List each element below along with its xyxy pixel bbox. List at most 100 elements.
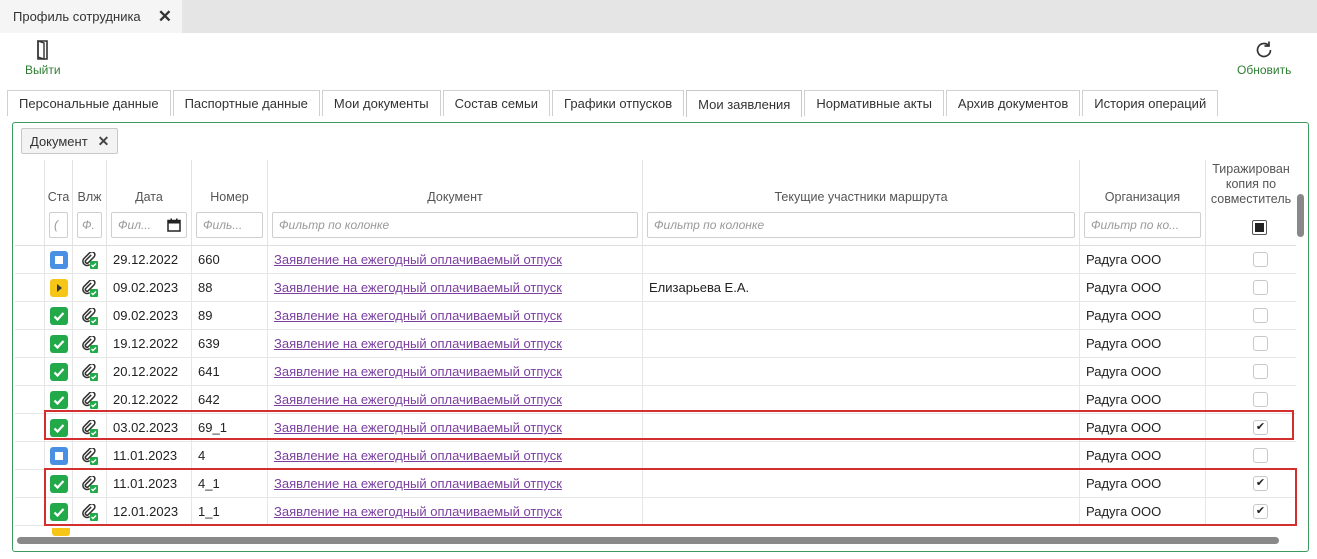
header-status[interactable]: Ста ( bbox=[45, 160, 73, 246]
table-row[interactable]: 29.12.2022 660 Заявление на ежегодный опла… bbox=[15, 246, 1296, 274]
filter-participants[interactable]: Фильтр по колонке bbox=[647, 212, 1075, 238]
exit-button[interactable]: Выйти bbox=[25, 40, 61, 77]
attachment-icon bbox=[82, 336, 98, 353]
copy-cell bbox=[1206, 358, 1296, 386]
participants-cell bbox=[643, 330, 1080, 358]
status-approved-icon bbox=[50, 307, 68, 325]
group-chip-label: Документ bbox=[30, 133, 88, 149]
status-icon-partial bbox=[52, 528, 70, 536]
tab-profile-7[interactable]: Архив документов bbox=[945, 90, 1081, 116]
draft-square-icon bbox=[55, 256, 63, 264]
filter-attach[interactable]: Ф. bbox=[77, 212, 102, 238]
filter-organization[interactable]: Фильтр по ко... bbox=[1084, 212, 1201, 238]
header-document[interactable]: Документ Фильтр по колонке bbox=[268, 160, 643, 246]
date-cell: 20.12.2022 bbox=[107, 358, 192, 386]
date-cell: 29.12.2022 bbox=[107, 246, 192, 274]
copy-checkbox[interactable] bbox=[1253, 308, 1268, 323]
approved-check-icon bbox=[53, 396, 65, 406]
tab-profile-3[interactable]: Состав семьи bbox=[442, 90, 551, 116]
profile-tabs: Персональные данные Паспортные данные Мои … bbox=[7, 90, 1220, 117]
copy-checkbox[interactable] bbox=[1253, 252, 1268, 267]
copy-checkbox[interactable] bbox=[1253, 448, 1268, 463]
header-number[interactable]: Номер Филь... bbox=[192, 160, 268, 246]
attach-cell[interactable] bbox=[73, 358, 107, 386]
highlight-box bbox=[44, 410, 1294, 440]
filter-document[interactable]: Фильтр по колонке bbox=[272, 212, 638, 238]
organization-cell: Радуга ООО bbox=[1080, 302, 1206, 330]
attachment-icon bbox=[82, 308, 98, 325]
attach-cell[interactable] bbox=[73, 330, 107, 358]
document-cell: Заявление на ежегодный оплачиваемый отпу… bbox=[268, 330, 643, 358]
document-link[interactable]: Заявление на ежегодный оплачиваемый отпу… bbox=[274, 448, 562, 463]
tab-employee-profile[interactable]: Профиль сотрудника ✕ bbox=[0, 0, 182, 33]
door-exit-icon bbox=[36, 40, 48, 60]
document-link[interactable]: Заявление на ежегодный оплачиваемый отпу… bbox=[274, 336, 562, 351]
document-link[interactable]: Заявление на ежегодный оплачиваемый отпу… bbox=[274, 364, 562, 379]
date-cell: 19.12.2022 bbox=[107, 330, 192, 358]
tab-profile-8[interactable]: История операций bbox=[1082, 90, 1219, 116]
status-draft-icon bbox=[50, 447, 68, 465]
attach-cell[interactable] bbox=[73, 442, 107, 470]
table-row[interactable]: 19.12.2022 639 Заявление на ежегодный опла… bbox=[15, 330, 1296, 358]
approved-check-icon bbox=[53, 340, 65, 350]
tab-profile-2[interactable]: Мои документы bbox=[321, 90, 441, 116]
remove-group-icon[interactable]: ✕ bbox=[98, 133, 110, 150]
grid-header: Ста ( Влж Ф. Дата Фил... Номер Филь... Д… bbox=[15, 160, 1296, 246]
attachment-icon bbox=[82, 364, 98, 381]
vertical-scrollbar[interactable] bbox=[1297, 194, 1304, 237]
status-cell bbox=[45, 274, 73, 302]
window-tabbar: Профиль сотрудника ✕ bbox=[0, 0, 1317, 33]
attach-cell[interactable] bbox=[73, 246, 107, 274]
date-cell: 11.01.2023 bbox=[107, 442, 192, 470]
document-link[interactable]: Заявление на ежегодный оплачиваемый отпу… bbox=[274, 252, 562, 267]
copy-checkbox[interactable] bbox=[1253, 364, 1268, 379]
tab-profile-5[interactable]: Мои заявления bbox=[686, 90, 803, 117]
table-row[interactable]: 11.01.2023 4 Заявление на ежегодный оплачи… bbox=[15, 442, 1296, 470]
document-link[interactable]: Заявление на ежегодный оплачиваемый отпу… bbox=[274, 308, 562, 323]
number-cell: 641 bbox=[192, 358, 268, 386]
document-link[interactable]: Заявление на ежегодный оплачиваемый отпу… bbox=[274, 280, 562, 295]
filter-copy-checkbox[interactable] bbox=[1252, 220, 1267, 235]
approved-check-icon bbox=[53, 312, 65, 322]
refresh-button[interactable]: Обновить bbox=[1237, 40, 1291, 77]
organization-cell: Радуга ООО bbox=[1080, 358, 1206, 386]
exit-label: Выйти bbox=[25, 63, 61, 77]
tab-profile-0[interactable]: Персональные данные bbox=[7, 90, 171, 116]
approved-check-icon bbox=[53, 368, 65, 378]
document-cell: Заявление на ежегодный оплачиваемый отпу… bbox=[268, 442, 643, 470]
row-spacer bbox=[15, 358, 45, 386]
filter-status[interactable]: ( bbox=[49, 212, 68, 238]
organization-cell: Радуга ООО bbox=[1080, 274, 1206, 302]
header-date[interactable]: Дата Фил... bbox=[107, 160, 192, 246]
header-organization[interactable]: Организация Фильтр по ко... bbox=[1080, 160, 1206, 246]
header-participants[interactable]: Текущие участники маршрута Фильтр по кол… bbox=[643, 160, 1080, 246]
tab-title: Профиль сотрудника bbox=[13, 9, 141, 24]
status-in-progress-icon bbox=[50, 279, 68, 297]
close-icon[interactable]: ✕ bbox=[158, 8, 172, 25]
attach-cell[interactable] bbox=[73, 274, 107, 302]
filter-number[interactable]: Филь... bbox=[196, 212, 263, 238]
attach-cell[interactable] bbox=[73, 302, 107, 330]
header-copy[interactable]: Тиражирован копия по совместитель bbox=[1206, 160, 1296, 246]
group-chip[interactable]: Документ ✕ bbox=[21, 128, 119, 154]
copy-checkbox[interactable] bbox=[1253, 336, 1268, 351]
tab-profile-4[interactable]: Графики отпусков bbox=[552, 90, 685, 116]
tab-profile-6[interactable]: Нормативные акты bbox=[804, 90, 944, 116]
copy-cell bbox=[1206, 330, 1296, 358]
table-row[interactable]: 20.12.2022 641 Заявление на ежегодный опла… bbox=[15, 358, 1296, 386]
copy-checkbox[interactable] bbox=[1253, 392, 1268, 407]
document-link[interactable]: Заявление на ежегодный оплачиваемый отпу… bbox=[274, 392, 562, 407]
tab-profile-1[interactable]: Паспортные данные bbox=[172, 90, 320, 116]
table-row[interactable]: 09.02.2023 88 Заявление на ежегодный оплач… bbox=[15, 274, 1296, 302]
copy-cell bbox=[1206, 274, 1296, 302]
filter-date[interactable]: Фил... bbox=[111, 212, 187, 238]
number-cell: 660 bbox=[192, 246, 268, 274]
header-attach[interactable]: Влж Ф. bbox=[73, 160, 107, 246]
copy-checkbox[interactable] bbox=[1253, 280, 1268, 295]
horizontal-scrollbar[interactable] bbox=[17, 537, 1279, 544]
row-spacer bbox=[15, 498, 45, 526]
row-spacer bbox=[15, 274, 45, 302]
table-row[interactable]: 09.02.2023 89 Заявление на ежегодный оплач… bbox=[15, 302, 1296, 330]
calendar-icon[interactable] bbox=[167, 218, 181, 232]
organization-cell: Радуга ООО bbox=[1080, 442, 1206, 470]
